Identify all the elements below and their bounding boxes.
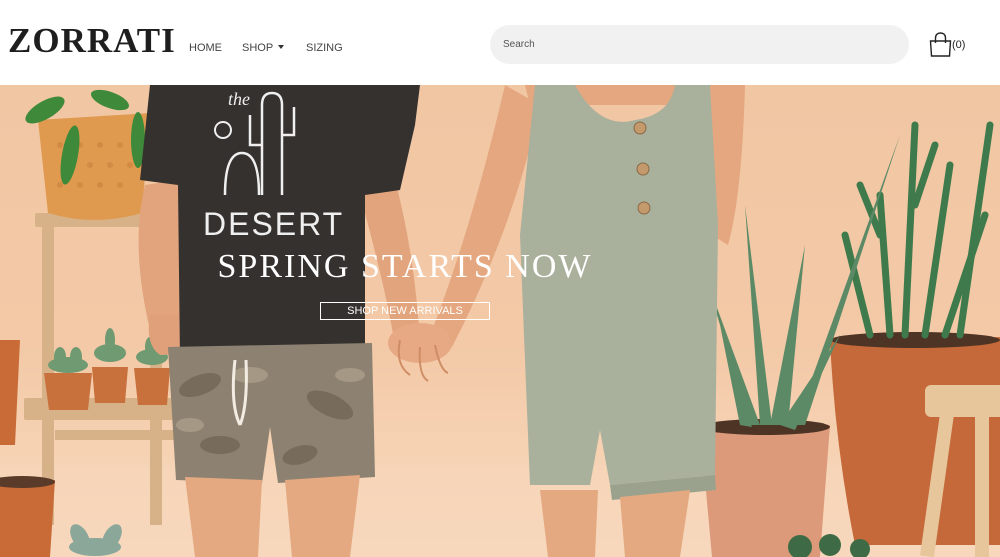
cart-button[interactable]: (0) [929, 32, 969, 58]
shopping-bag-icon [929, 32, 952, 57]
cart-count: (0) [952, 39, 966, 51]
nav-shop-link[interactable]: SHOP [242, 40, 285, 56]
nav-shop-label: SHOP [242, 42, 274, 54]
caret-down-icon [278, 45, 285, 50]
search-input[interactable] [490, 25, 909, 64]
hero-photo: the DESERT [0, 85, 1000, 557]
hero-title: SPRING STARTS NOW [217, 248, 593, 285]
hero-banner: the DESERT SPRING STARTS NOW SHOP NEW AR… [0, 85, 1000, 557]
brand-logo[interactable]: ZORRATI [8, 21, 176, 61]
nav-home-link[interactable]: HOME [189, 40, 222, 56]
shop-new-arrivals-button[interactable]: SHOP NEW ARRIVALS [320, 302, 490, 320]
shirt-print-desert: DESERT [203, 206, 344, 242]
nav-sizing-link[interactable]: SIZING [306, 40, 343, 56]
shirt-print-small: the [228, 89, 250, 109]
site-header: ZORRATI HOME SHOP SIZING (0) [0, 0, 1000, 85]
